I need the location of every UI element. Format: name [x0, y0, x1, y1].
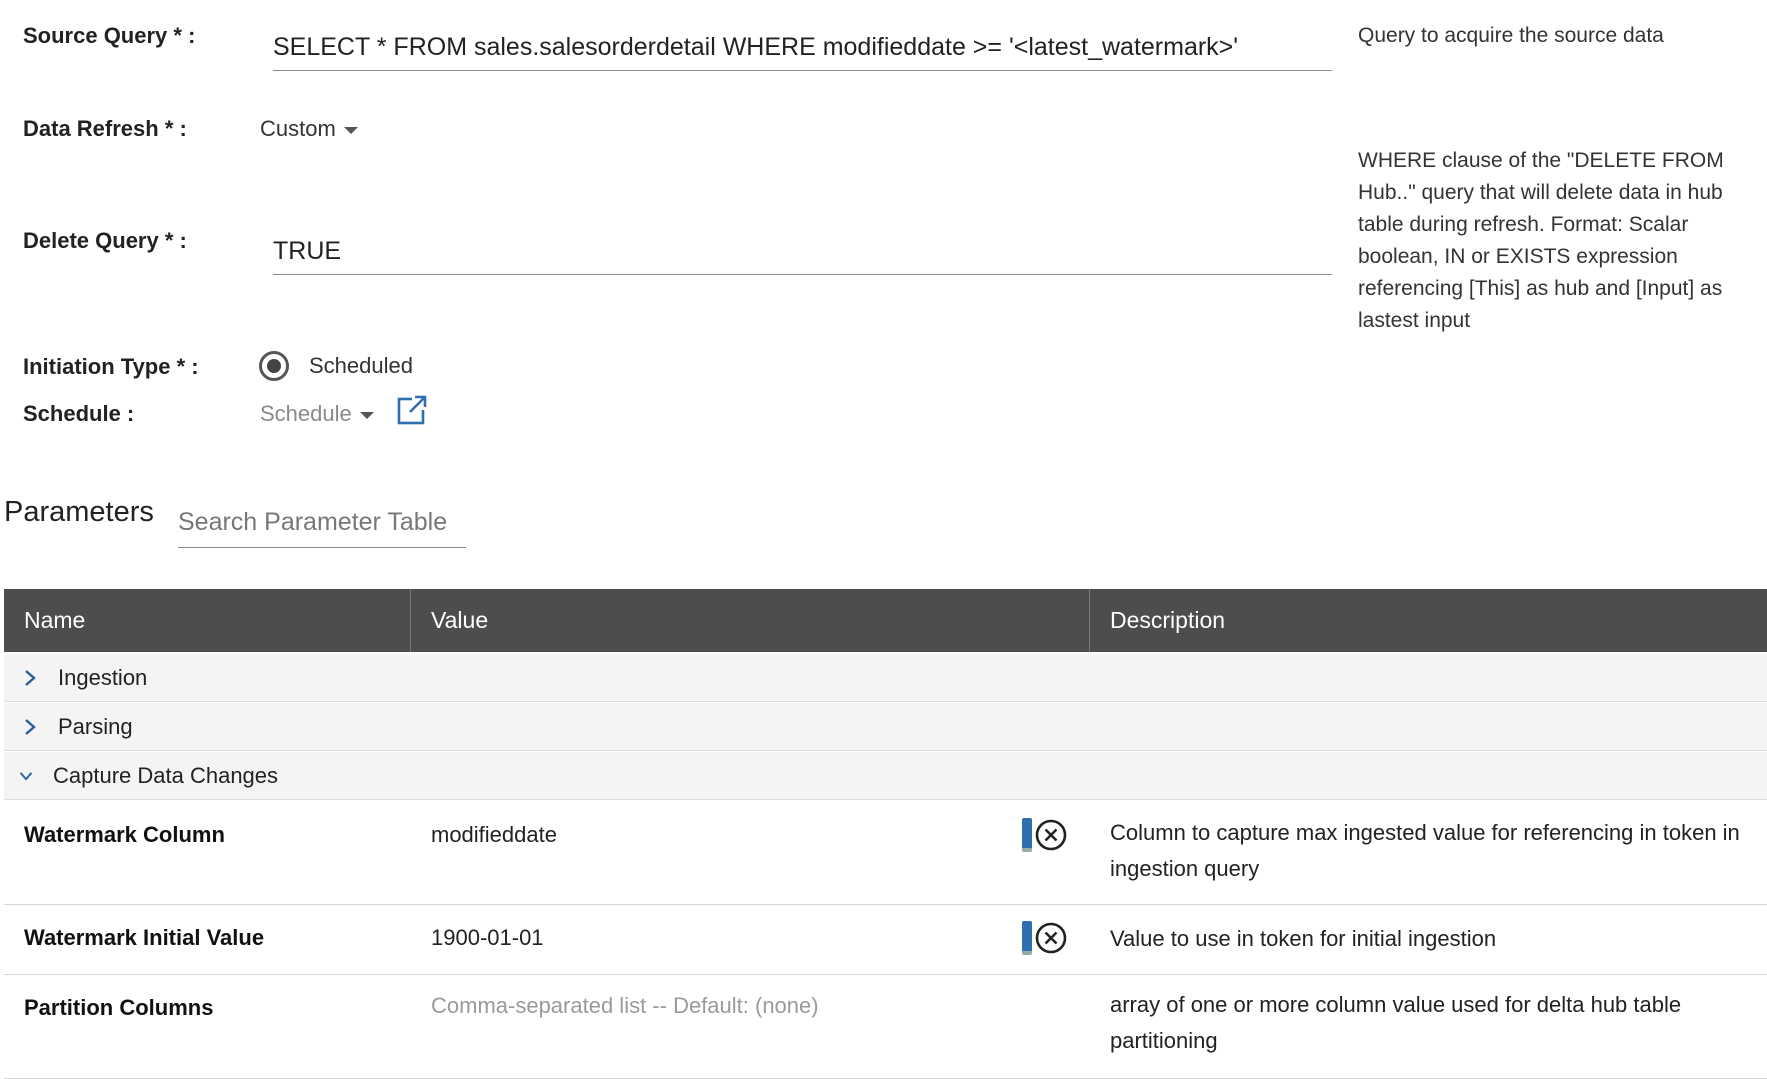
param-name: Watermark Column: [24, 822, 225, 847]
delete-query-input[interactable]: TRUE: [273, 237, 341, 266]
parameters-title: Parameters: [4, 496, 154, 528]
row-actions: [1022, 921, 1068, 955]
initiation-type-label: Initiation Type * :: [23, 354, 199, 379]
group-row-ingestion[interactable]: Ingestion: [4, 654, 1767, 702]
drag-handle-icon[interactable]: [1022, 921, 1032, 955]
group-label: Parsing: [58, 713, 133, 739]
group-label: Capture Data Changes: [53, 762, 279, 788]
param-value-input[interactable]: Comma-separated list -- Default: (none): [431, 993, 819, 1019]
group-row-capture-data-changes[interactable]: Capture Data Changes: [4, 752, 1767, 800]
param-name: Partition Columns: [24, 995, 214, 1020]
param-description: Column to capture max ingested value for…: [1110, 820, 1740, 881]
source-query-underline: [273, 70, 1332, 71]
column-header-description[interactable]: Description: [1090, 589, 1767, 652]
source-query-input[interactable]: SELECT * FROM sales.salesorderdetail WHE…: [273, 33, 1238, 62]
row-actions: [1022, 818, 1068, 852]
drag-handle-icon[interactable]: [1022, 818, 1032, 852]
radio-dot-icon: [267, 359, 281, 373]
data-refresh-label: Data Refresh * :: [23, 116, 187, 141]
table-row: Partition Columns Comma-separated list -…: [4, 975, 1767, 1079]
group-row-parsing[interactable]: Parsing: [4, 703, 1767, 751]
column-header-value[interactable]: Value: [411, 589, 1093, 652]
chevron-down-icon[interactable]: [19, 769, 33, 783]
schedule-value: Schedule: [260, 401, 352, 426]
initiation-type-radio-group[interactable]: Scheduled: [259, 351, 413, 381]
param-description: Value to use in token for initial ingest…: [1110, 926, 1497, 951]
param-value-input[interactable]: 1900-01-01: [431, 925, 544, 951]
param-name: Watermark Initial Value: [24, 925, 265, 950]
scheduled-radio-label: Scheduled: [309, 353, 413, 378]
scheduled-radio[interactable]: [259, 351, 289, 381]
column-header-name[interactable]: Name: [4, 589, 410, 652]
data-refresh-value: Custom: [260, 116, 336, 141]
param-description: array of one or more column value used f…: [1110, 992, 1682, 1053]
chevron-right-icon[interactable]: [24, 718, 38, 735]
source-query-help: Query to acquire the source data: [1358, 24, 1664, 47]
clear-circle-icon[interactable]: [1034, 921, 1068, 955]
schedule-dropdown[interactable]: Schedule: [260, 401, 374, 427]
schedule-label: Schedule :: [23, 401, 135, 426]
table-row: Watermark Initial Value 1900-01-01 Value…: [4, 905, 1767, 975]
data-refresh-dropdown[interactable]: Custom: [260, 116, 358, 142]
search-underline: [178, 547, 466, 548]
group-label: Ingestion: [58, 664, 148, 690]
chevron-right-icon[interactable]: [24, 669, 38, 686]
delete-query-label: Delete Query * :: [23, 228, 187, 253]
caret-down-icon: [343, 126, 358, 134]
external-link-icon[interactable]: [396, 394, 429, 431]
caret-down-icon: [359, 411, 374, 419]
source-query-label: Source Query * :: [23, 23, 196, 48]
param-value-input[interactable]: modifieddate: [431, 822, 557, 848]
search-parameter-input[interactable]: Search Parameter Table: [178, 508, 447, 537]
delete-query-underline: [273, 274, 1332, 275]
delete-query-help: WHERE clause of the "DELETE FROM Hub.." …: [1358, 149, 1724, 332]
table-row: Watermark Column modifieddate Column to …: [4, 801, 1767, 905]
clear-circle-icon[interactable]: [1034, 818, 1068, 852]
table-header: Name Value Description: [4, 589, 1767, 652]
